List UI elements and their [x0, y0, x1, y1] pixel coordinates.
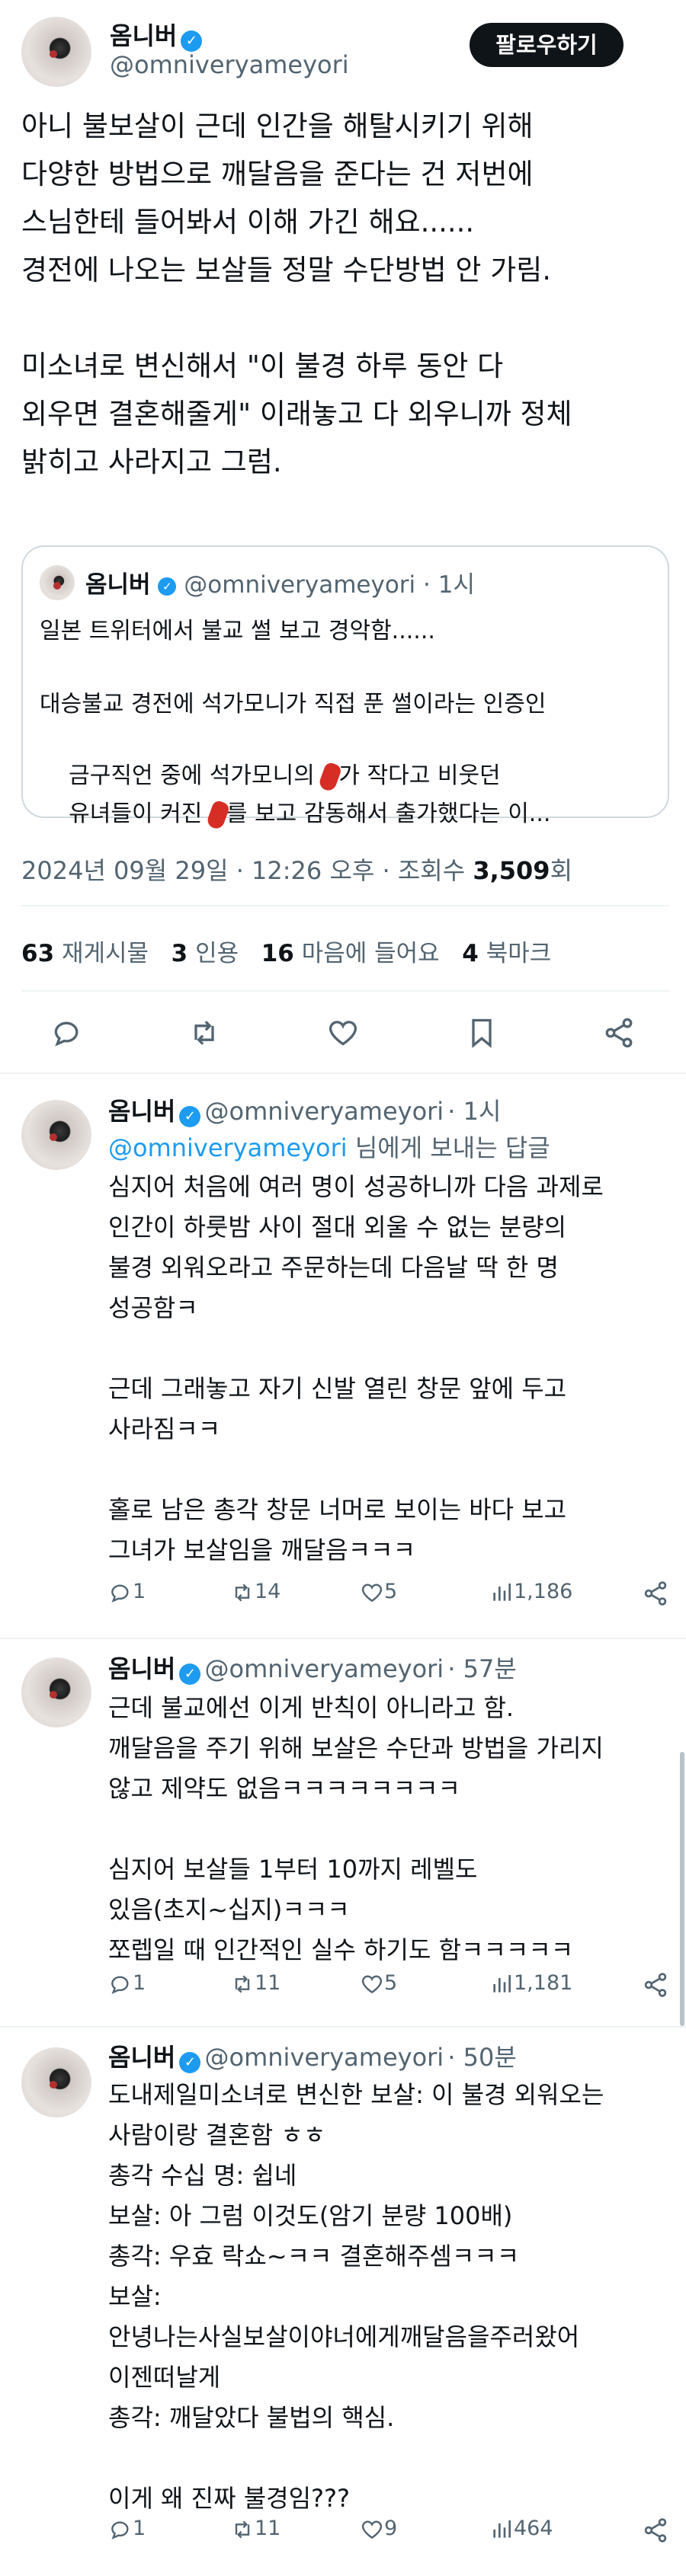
- likes-stat[interactable]: 16 마음에 들어요: [261, 940, 440, 967]
- retweet-icon[interactable]: [188, 1016, 221, 1050]
- tweet-body: 아니 불보살이 근데 인간을 해탈시키기 위해 다양한 방법으로 깨달음을 준다…: [21, 110, 572, 478]
- retweets-stat[interactable]: 63 재게시물: [21, 940, 149, 967]
- replying-to: @omniveryameyori 님에게 보내는 답글: [108, 1129, 550, 1164]
- timestamp-suffix: 회: [550, 856, 573, 885]
- verified-badge-icon: ✓: [179, 2051, 201, 2073]
- share-icon[interactable]: [642, 1971, 669, 1999]
- verified-badge-icon: ✓: [179, 1105, 201, 1127]
- divider: [21, 990, 669, 992]
- view-count[interactable]: 464: [489, 2517, 553, 2542]
- bookmarks-stat[interactable]: 4 북마크: [462, 940, 551, 967]
- quote-time: · 1시: [423, 571, 475, 599]
- reply-tweet-3[interactable]: 옴니버 ✓ @omniveryameyori · 50분 도내제일미소녀로 변신…: [0, 2035, 686, 2576]
- reply-time[interactable]: · 50분: [447, 2043, 517, 2072]
- quote-verified-badge-icon: ✓: [158, 577, 177, 596]
- quote-line-4a: 유녀들이 커진: [69, 801, 210, 827]
- like-heart-icon[interactable]: [326, 1016, 360, 1050]
- reply-author-name[interactable]: 옴니버: [108, 1097, 175, 1126]
- follow-button[interactable]: 팔로우하기: [470, 23, 623, 67]
- quote-handle: @omniveryameyori: [184, 571, 416, 599]
- reply-action-bar: 1 11 9 464: [108, 2514, 672, 2552]
- like-count[interactable]: 5: [360, 1971, 397, 1996]
- reply-author-name[interactable]: 옴니버: [108, 1654, 175, 1683]
- share-icon[interactable]: [642, 2517, 669, 2544]
- tweet-timestamp[interactable]: 2024년 09월 29일 · 12:26 오후 · 조회수 3,509회: [21, 852, 572, 887]
- reply-tweet-1[interactable]: 옴니버 ✓ @omniveryameyori · 1시 @omniveryame…: [0, 1082, 686, 1638]
- bookmark-icon[interactable]: [465, 1016, 498, 1050]
- author-name-row[interactable]: 옴니버 ✓: [110, 17, 203, 52]
- reply-to-mention-link[interactable]: @omniveryameyori: [108, 1133, 348, 1162]
- reply-icon[interactable]: [50, 1016, 84, 1050]
- reply-avatar[interactable]: [21, 1100, 91, 1170]
- retweet-count[interactable]: 11: [230, 1971, 280, 1996]
- reply-count[interactable]: 1: [108, 1580, 146, 1605]
- reply-body: 근데 불교에선 이게 반칙이 아니라고 함. 깨달음을 주기 위해 보살은 수단…: [108, 1693, 604, 1964]
- view-count[interactable]: 1,186: [489, 1580, 572, 1605]
- like-count[interactable]: 9: [360, 2517, 397, 2542]
- reply-handle[interactable]: @omniveryameyori: [205, 1654, 444, 1683]
- reply-handle[interactable]: @omniveryameyori: [205, 2043, 444, 2072]
- retweet-icon[interactable]: [230, 1580, 255, 1605]
- quote-author-name: 옴니버: [85, 571, 151, 599]
- reply-avatar[interactable]: [21, 2047, 91, 2117]
- stats-row: 63 재게시물 3 인용 16 마음에 들어요 4 북마크: [21, 934, 551, 968]
- view-count[interactable]: 1,181: [489, 1971, 572, 1996]
- reply-time[interactable]: · 1시: [447, 1097, 501, 1126]
- reply-icon[interactable]: [108, 2517, 133, 2542]
- reply-body: 도내제일미소녀로 변신한 보살: 이 불경 외워오는 사람이랑 결혼함 ㅎㅎ 총…: [108, 2080, 604, 2513]
- reply-time[interactable]: · 57분: [447, 1654, 517, 1683]
- quotes-stat[interactable]: 3 인용: [172, 940, 239, 967]
- like-heart-icon[interactable]: [360, 1972, 384, 1996]
- author-handle[interactable]: @omniveryameyori: [110, 50, 349, 79]
- quote-avatar: [40, 565, 75, 600]
- share-icon[interactable]: [642, 1580, 669, 1607]
- quote-line-4b: 를 보고 감동해서 출가했다는 이...: [226, 801, 551, 827]
- reply-action-bar: 1 11 5 1,181: [108, 1968, 672, 2006]
- quote-line-1: 일본 트위터에서 불교 썰 보고 경악함......: [40, 618, 435, 644]
- divider: [0, 1638, 686, 1639]
- divider: [0, 1072, 686, 1074]
- reply-tweet-2[interactable]: 옴니버 ✓ @omniveryameyori · 57분 근데 불교에선 이게 …: [0, 1645, 686, 2026]
- divider: [21, 905, 669, 906]
- analytics-bars-icon[interactable]: [489, 2517, 514, 2542]
- share-icon[interactable]: [602, 1016, 636, 1050]
- timestamp-text: 2024년 09월 29일 · 12:26 오후 · 조회수: [21, 856, 473, 885]
- reply-body: 심지어 처음에 여러 명이 성공하니까 다음 과제로 인간이 하룻밤 사이 절대…: [108, 1172, 604, 1564]
- reply-to-suffix: 님에게 보내는 답글: [347, 1133, 550, 1162]
- reply-count[interactable]: 1: [108, 1971, 146, 1996]
- reply-count[interactable]: 1: [108, 2517, 146, 2542]
- verified-badge-icon: ✓: [181, 30, 203, 52]
- author-avatar[interactable]: [21, 17, 91, 87]
- reply-icon[interactable]: [108, 1972, 133, 1996]
- like-heart-icon[interactable]: [360, 2517, 384, 2542]
- reply-icon[interactable]: [108, 1580, 133, 1605]
- scrollbar-thumb[interactable]: [680, 1752, 684, 2026]
- reply-action-bar: 1 14 5 1,186: [108, 1577, 672, 1615]
- retweet-icon[interactable]: [230, 1972, 255, 1996]
- retweet-icon[interactable]: [230, 2517, 255, 2542]
- like-heart-icon[interactable]: [360, 1580, 384, 1605]
- main-action-bar: [0, 1007, 686, 1059]
- reply-author-name[interactable]: 옴니버: [108, 2043, 175, 2072]
- divider: [0, 2026, 686, 2028]
- retweet-count[interactable]: 14: [230, 1580, 280, 1605]
- quoted-tweet[interactable]: 옴니버 ✓ @omniveryameyori · 1시 일본 트위터에서 불교 …: [21, 545, 669, 831]
- verified-badge-icon: ✓: [179, 1663, 201, 1685]
- retweet-count[interactable]: 11: [230, 2517, 280, 2542]
- reply-handle[interactable]: @omniveryameyori: [205, 1097, 444, 1126]
- quote-line-2: 대승불교 경전에 석가모니가 직접 푼 썰이라는 인증인: [40, 691, 547, 718]
- like-count[interactable]: 5: [360, 1580, 397, 1605]
- view-count: 3,509: [473, 856, 550, 885]
- analytics-bars-icon[interactable]: [489, 1972, 514, 1996]
- reply-avatar[interactable]: [21, 1657, 91, 1727]
- analytics-bars-icon[interactable]: [489, 1580, 514, 1605]
- author-name[interactable]: 옴니버: [110, 21, 177, 50]
